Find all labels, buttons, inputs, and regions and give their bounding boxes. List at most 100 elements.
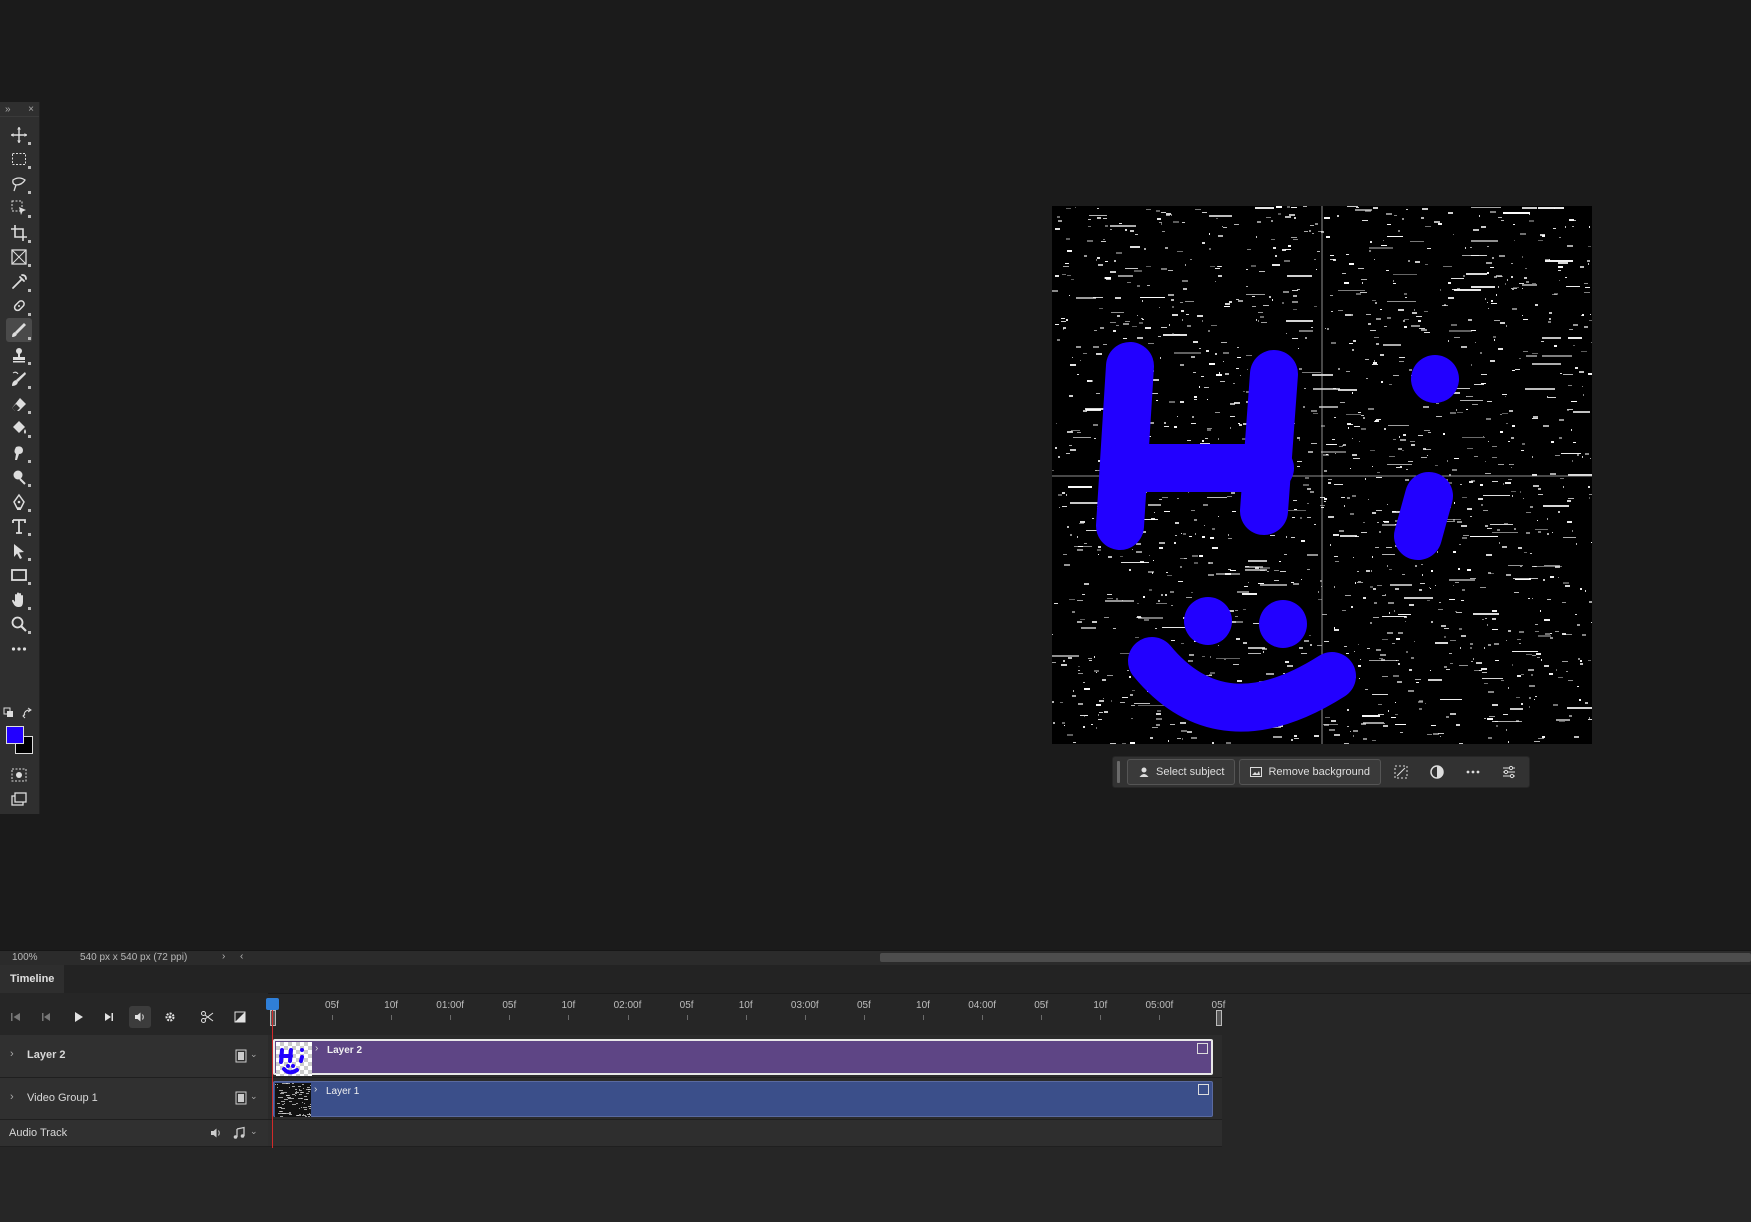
timeline-panel: Timeline 05f 10f 01:00f 05f 10f 02:00f 05f 10f 0… [0,965,1751,1222]
remove-background-button[interactable]: Remove background [1239,759,1381,785]
track-header-layer-2[interactable]: › Layer 2 ⌄ [0,1035,268,1078]
clip-layer-1[interactable]: › Layer 1 [273,1081,1213,1117]
previous-frame-button[interactable] [36,1007,56,1027]
screen-mode-button[interactable] [6,787,32,811]
ruler-label: 03:00f [790,1000,819,1011]
more-options-button[interactable] [1457,760,1489,784]
chevron-right-icon[interactable]: › [315,1043,318,1054]
taskbar-settings-button[interactable] [1493,760,1525,784]
ruler-label: 10f [738,1000,753,1011]
rectangle-shape-tool[interactable] [6,563,32,587]
chevron-down-icon[interactable]: ⌄ [250,1049,258,1060]
crop-tool[interactable] [6,221,32,245]
submenu-indicator [28,509,31,512]
submenu-indicator [28,484,31,487]
path-selection-tool[interactable] [6,539,32,563]
spot-healing-tool[interactable] [6,294,32,318]
transition-icon [234,1011,246,1023]
foreground-color-swatch[interactable] [6,726,24,744]
adjustment-button[interactable] [1421,760,1453,784]
move-tool[interactable] [6,123,32,147]
timeline-settings-button[interactable] [160,1007,180,1027]
submenu-indicator [28,460,31,463]
chevron-right-icon[interactable]: › [10,1091,14,1103]
eyedropper-icon [12,274,27,289]
track-row-audio [268,1120,1222,1147]
clone-stamp-tool[interactable] [6,343,32,367]
film-strip-icon[interactable] [234,1091,248,1105]
zoom-tool[interactable] [6,612,32,636]
dodge-tool[interactable] [6,465,32,489]
ruler-label: 05f [679,1000,694,1011]
track-header-video-group-1[interactable]: › Video Group 1 ⌄ [0,1078,268,1120]
audio-toggle-button[interactable] [129,1006,151,1028]
submenu-indicator [28,362,31,365]
go-to-first-frame-button[interactable] [6,1007,26,1027]
submenu-indicator [28,631,31,634]
playhead[interactable] [266,998,279,1148]
zoom-level[interactable]: 100% [12,952,38,963]
rectangle-shape-icon [11,569,27,581]
document-canvas[interactable] [1052,206,1592,744]
chevron-right-icon[interactable]: › [10,1048,14,1060]
transform-selection-button[interactable] [1385,760,1417,784]
close-icon[interactable]: × [28,104,34,115]
play-button[interactable] [68,1007,88,1027]
collapse-icon[interactable]: » [5,104,11,115]
object-selection-tool[interactable] [6,196,32,220]
ruler-label: 10f [561,1000,576,1011]
move-icon [11,127,27,143]
ruler-label: 05f [856,1000,871,1011]
pen-tool[interactable] [6,490,32,514]
ruler-label: 10f [916,1000,930,1011]
playhead-handle[interactable] [266,998,279,1010]
history-brush-tool[interactable] [6,367,32,391]
rectangular-marquee-icon [12,153,26,165]
select-subject-button[interactable]: Select subject [1127,759,1236,785]
track-header-audio[interactable]: Audio Track ⌄ [0,1120,268,1147]
speaker-icon[interactable] [209,1126,223,1140]
previous-frame-icon [42,1013,50,1021]
more-tools-tool[interactable] [6,637,32,661]
tools-panel-header: » × [0,102,39,117]
clip-end-icon[interactable] [1198,1084,1209,1095]
default-colors-icon[interactable] [3,706,15,718]
swap-colors-icon[interactable] [22,706,34,719]
work-area-end-handle[interactable] [1216,1010,1222,1026]
speaker-icon [135,1012,144,1022]
clip-layer-2[interactable]: › Layer 2 [273,1039,1213,1076]
chevron-left-icon[interactable]: ‹ [240,951,243,962]
brush-tool[interactable] [6,318,32,342]
status-bar: 100% 540 px x 540 px (72 ppi) › ‹ [0,950,1751,965]
work-area-bar[interactable] [270,1010,1224,1026]
quick-mask-button[interactable] [6,763,32,787]
hand-tool[interactable] [6,588,32,612]
clip-end-icon[interactable] [1197,1043,1208,1054]
paint-bucket-tool[interactable] [6,416,32,440]
split-clip-button[interactable] [197,1007,217,1027]
next-frame-button[interactable] [99,1007,119,1027]
work-area-start-handle[interactable] [270,1010,276,1026]
type-tool[interactable] [6,514,32,538]
lasso-tool[interactable] [6,172,32,196]
eyedropper-tool[interactable] [6,270,32,294]
chevron-down-icon[interactable]: ⌄ [250,1126,258,1137]
frame-tool[interactable] [6,245,32,269]
music-note-icon[interactable] [232,1126,246,1140]
clip-name: Layer 1 [326,1086,360,1097]
eraser-tool[interactable] [6,392,32,416]
chevron-right-icon[interactable]: › [314,1084,317,1095]
chevron-right-icon[interactable]: › [222,951,225,962]
half-circle-icon [1430,765,1444,779]
rectangular-marquee-tool[interactable] [6,147,32,171]
film-strip-icon[interactable] [234,1049,248,1063]
chevron-down-icon[interactable]: ⌄ [250,1091,258,1102]
smudge-tool[interactable] [6,441,32,465]
drag-handle[interactable] [1117,761,1120,783]
transition-button[interactable] [230,1007,250,1027]
submenu-indicator [28,313,31,316]
track-row-video-group-1: › Layer 1 [268,1078,1222,1120]
lasso-icon [12,177,26,192]
horizontal-scrollbar[interactable] [880,953,1751,962]
tab-timeline[interactable]: Timeline [0,965,65,993]
